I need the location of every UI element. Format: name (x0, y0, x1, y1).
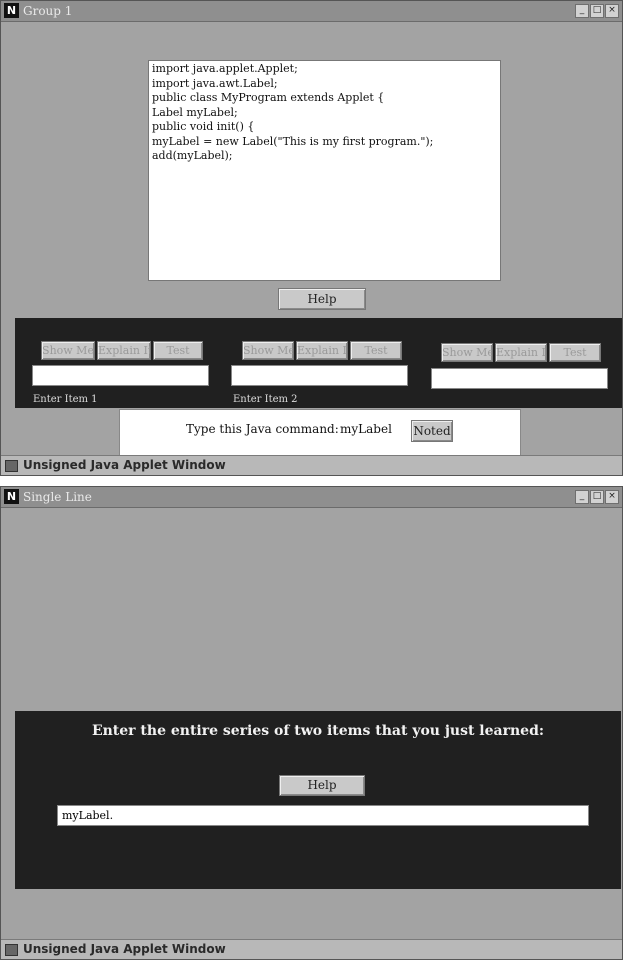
minimize-button[interactable]: _ (575, 490, 589, 504)
status-text: Unsigned Java Applet Window (23, 458, 226, 472)
recall-panel: Enter the entire series of two items tha… (15, 711, 621, 889)
code-line: public void init() { (152, 120, 255, 133)
enter-item-1-label: Enter Item 1 (33, 394, 98, 405)
maximize-button[interactable]: □ (590, 490, 604, 504)
status-text: Unsigned Java Applet Window (23, 942, 226, 956)
broken-key-icon (5, 460, 18, 472)
help-button[interactable]: Help (278, 288, 366, 310)
test-button[interactable]: Test (549, 343, 601, 362)
netscape-icon: N (4, 3, 19, 18)
test-button[interactable]: Test (153, 341, 203, 360)
code-line: import java.awt.Label; (152, 76, 278, 90)
close-button[interactable]: × (605, 490, 619, 504)
code-line: import java.applet.Applet; (152, 62, 298, 75)
title-bar[interactable]: N Group 1 _ □ × (1, 1, 622, 22)
explain-it-button[interactable]: Explain It (296, 341, 348, 360)
command-bar: Type this Java command: myLabel Noted (119, 409, 521, 457)
explain-it-button[interactable]: Explain It (97, 341, 151, 360)
noted-button[interactable]: Noted (411, 420, 453, 442)
applet-window-group: N Group 1 _ □ × import java.applet.Apple… (0, 0, 623, 476)
series-input[interactable]: myLabel. (57, 805, 589, 826)
item-3-input[interactable] (431, 368, 608, 389)
test-button[interactable]: Test (350, 341, 402, 360)
window-title: Single Line (23, 490, 92, 504)
show-me-button[interactable]: Show Me (242, 341, 294, 360)
window-title: Group 1 (23, 4, 73, 18)
show-me-button[interactable]: Show Me (41, 341, 95, 360)
recall-prompt: Enter the entire series of two items tha… (91, 723, 545, 739)
applet-window-single-line: N Single Line _ □ × Enter the entire ser… (0, 486, 623, 960)
title-bar[interactable]: N Single Line _ □ × (1, 487, 622, 508)
show-me-button[interactable]: Show Me (441, 343, 493, 362)
code-display: import java.applet.Applet; import java.a… (148, 60, 501, 281)
code-line: public class MyProgram extends Applet { (152, 91, 385, 104)
explain-it-button[interactable]: Explain It (495, 343, 547, 362)
item-entry-panel (15, 318, 622, 408)
command-value: myLabel (340, 422, 392, 436)
code-line: Label myLabel; (152, 105, 238, 119)
close-button[interactable]: × (605, 4, 619, 18)
item-1-input[interactable] (32, 365, 209, 386)
help-button[interactable]: Help (279, 775, 365, 796)
code-line: add(myLabel); (152, 149, 233, 162)
status-bar: Unsigned Java Applet Window (1, 939, 622, 959)
broken-key-icon (5, 944, 18, 956)
status-bar: Unsigned Java Applet Window (1, 455, 622, 475)
command-prompt: Type this Java command: (186, 422, 339, 436)
code-line: myLabel = new Label("This is my first pr… (152, 134, 434, 148)
maximize-button[interactable]: □ (590, 4, 604, 18)
minimize-button[interactable]: _ (575, 4, 589, 18)
item-2-input[interactable] (231, 365, 408, 386)
enter-item-2-label: Enter Item 2 (233, 394, 298, 405)
netscape-icon: N (4, 489, 19, 504)
